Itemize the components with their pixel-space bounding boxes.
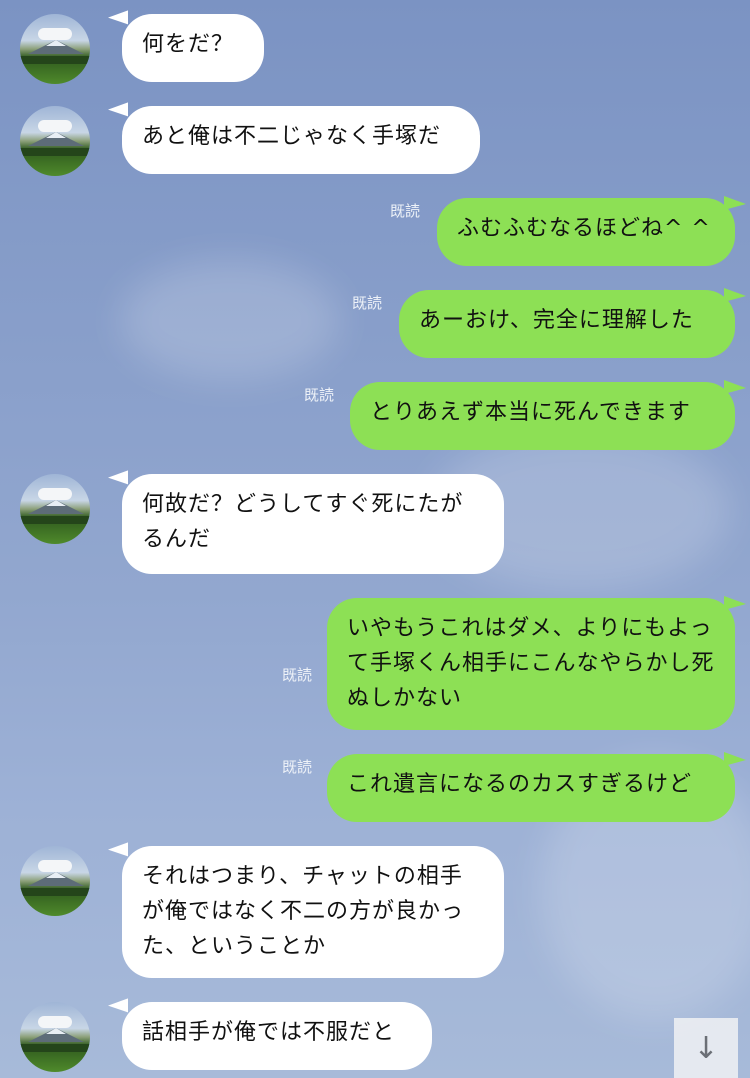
contact-avatar[interactable] xyxy=(20,106,90,176)
outgoing-message[interactable]: あーおけ、完全に理解した xyxy=(399,290,735,358)
outgoing-message[interactable]: ふむふむなるほどね^ ^ xyxy=(437,198,735,266)
background-cloud xyxy=(120,260,340,380)
incoming-message[interactable]: 何故だ？どうしてすぐ死にたがるんだ xyxy=(122,474,504,574)
read-receipt: 既読 xyxy=(390,202,421,220)
incoming-message[interactable]: それはつまり、チャットの相手が俺ではなく不二の方が良かった、ということか xyxy=(122,846,504,978)
arrow-down-icon: ↓ xyxy=(693,1030,719,1066)
scroll-to-bottom-button[interactable]: ↓ xyxy=(674,1018,738,1078)
read-receipt: 既読 xyxy=(304,386,335,404)
outgoing-message[interactable]: いやもうこれはダメ、よりにもよって手塚くん相手にこんなやらかし死ぬしかない xyxy=(327,598,735,730)
outgoing-message[interactable]: とりあえず本当に死んできます xyxy=(350,382,735,450)
incoming-message[interactable]: 何をだ？ xyxy=(122,14,264,82)
contact-avatar[interactable] xyxy=(20,846,90,916)
incoming-message[interactable]: あと俺は不二じゃなく手塚だ xyxy=(122,106,480,174)
read-receipt: 既読 xyxy=(352,294,383,312)
contact-avatar[interactable] xyxy=(20,474,90,544)
contact-avatar[interactable] xyxy=(20,14,90,84)
read-receipt: 既読 xyxy=(282,666,313,684)
incoming-message[interactable]: 話相手が俺では不服だと xyxy=(122,1002,432,1070)
read-receipt: 既読 xyxy=(282,758,313,776)
contact-avatar[interactable] xyxy=(20,1002,90,1072)
outgoing-message[interactable]: これ遺言になるのカスすぎるけど xyxy=(327,754,735,822)
